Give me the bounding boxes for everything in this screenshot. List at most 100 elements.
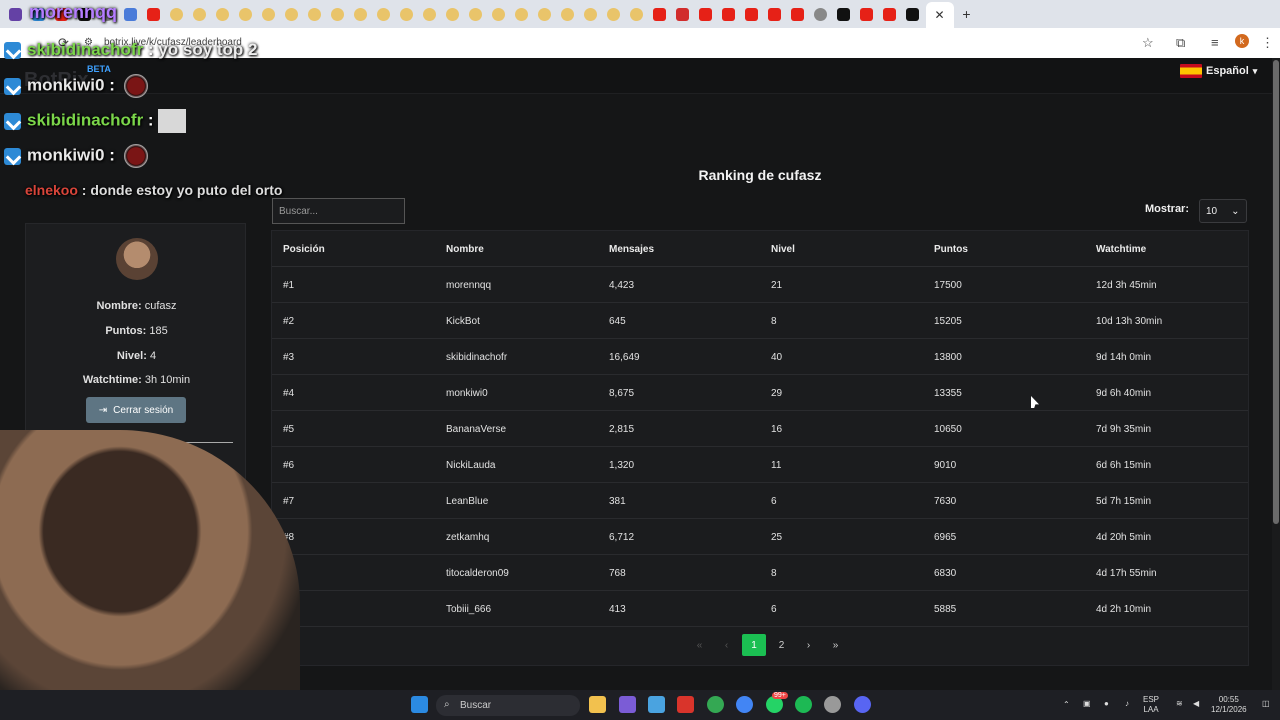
office-icon[interactable] [677,696,694,713]
tab-cookie-icon[interactable] [213,4,233,24]
tab-cookie-icon[interactable] [535,4,555,24]
tray-icon[interactable]: ▣ [1083,699,1091,709]
cell-name[interactable]: zetkamhq [446,532,489,543]
profile-name: Nombre: cufasz [96,300,177,312]
column-header-name[interactable]: Nombre [446,244,484,255]
tab-cookie-icon[interactable] [374,4,394,24]
cell-name[interactable]: NickiLauda [446,460,495,471]
search-input[interactable] [272,198,405,224]
logout-button[interactable]: ⇥ Cerrar sesión [86,397,186,423]
chat-message: skibidinachofr : yo soy top 2 [4,40,257,60]
chrome-icon[interactable] [707,696,724,713]
tab-twitch-icon[interactable] [6,4,26,24]
tab-cookie-icon[interactable] [581,4,601,24]
tab-cookie-icon[interactable] [443,4,463,24]
tab-cookie-icon[interactable] [328,4,348,24]
tab-grid-icon[interactable] [121,4,141,24]
cell-name[interactable]: BananaVerse [446,424,506,435]
first-page-icon[interactable]: « [686,634,713,656]
extensions-icon[interactable]: ⧉ [1176,35,1185,51]
tab-cookie-icon[interactable] [351,4,371,24]
spotify-icon[interactable] [795,696,812,713]
cell-name[interactable]: LeanBlue [446,496,488,507]
emote-icon [123,74,148,98]
wifi-icon[interactable]: ≋ [1176,699,1183,709]
previous-page-icon[interactable]: ‹ [713,634,740,656]
show-count-select[interactable]: 10 ⌄ [1199,199,1247,223]
cell-name[interactable]: KickBot [446,316,480,327]
cell-level: 29 [771,388,783,399]
cell-name[interactable]: morennqq [446,280,491,291]
chat-username: morennqq [29,2,117,22]
tab-cookie-icon[interactable] [397,4,417,24]
page-scrollbar[interactable] [1272,58,1280,690]
tab-tiktok-icon[interactable] [834,4,854,24]
cell-name[interactable]: titocalderon09 [446,568,509,579]
tab-youtube-icon[interactable] [765,4,785,24]
tab-youtube-icon[interactable] [880,4,900,24]
tab-cookie-icon[interactable] [167,4,187,24]
tab-youtube-icon[interactable] [719,4,739,24]
cell-points: 6830 [934,568,957,579]
tab-cookie-icon[interactable] [259,4,279,24]
store-icon[interactable] [648,696,665,713]
tab-youtube-icon[interactable] [742,4,762,24]
clock[interactable]: 00:55 12/1/2026 [1211,695,1247,715]
language-selector[interactable]: Español ▾ [1180,64,1257,78]
last-page-icon[interactable]: » [822,634,849,656]
tab-shield-icon[interactable] [673,4,693,24]
tab-cookie-icon[interactable] [466,4,486,24]
menu-dots-icon[interactable]: ⋮ [1261,35,1274,51]
discord-icon[interactable] [854,696,871,713]
tab-cookie-icon[interactable] [512,4,532,24]
microphone-icon[interactable]: ♪ [1125,699,1129,709]
taskbar-search[interactable]: ⌕ Buscar [436,695,580,716]
media-icon[interactable]: ≡ [1211,35,1219,50]
profile-points: Puntos: 185 [105,325,168,337]
column-header-messages[interactable]: Mensajes [609,244,654,255]
tab-chrome-icon[interactable] [811,4,831,24]
tab-youtube-icon[interactable] [650,4,670,24]
chat-message: skibidinachofr : [4,109,187,133]
column-header-points[interactable]: Puntos [934,244,968,255]
tray-icon[interactable]: ● [1104,699,1109,709]
tab-youtube-icon[interactable] [696,4,716,24]
bookmark-star-icon[interactable]: ☆ [1142,35,1154,51]
file-explorer-icon[interactable] [589,696,606,713]
tab-youtube-icon[interactable] [144,4,164,24]
column-header-level[interactable]: Nivel [771,244,795,255]
page-button-1[interactable]: 1 [742,634,766,656]
app-icon[interactable] [824,696,841,713]
tab-active-close-icon[interactable]: ✕ [925,2,954,28]
tab-tiktok-icon[interactable] [903,4,923,24]
app-icon[interactable] [619,696,636,713]
tab-cookie-icon[interactable] [489,4,509,24]
scrollbar-thumb[interactable] [1273,60,1279,524]
tab-cookie-icon[interactable] [190,4,210,24]
profile-avatar-icon[interactable]: k [1235,34,1249,48]
tab-cookie-icon[interactable] [282,4,302,24]
volume-icon[interactable]: ◀ [1193,699,1199,709]
tab-cookie-icon[interactable] [420,4,440,24]
language-indicator[interactable]: ESP LAA [1143,695,1159,715]
new-tab-icon[interactable]: + [957,4,977,24]
tab-cookie-icon[interactable] [558,4,578,24]
column-header-position[interactable]: Posición [283,244,325,255]
tray-chevron-icon[interactable]: ⌃ [1063,700,1070,710]
windows-start-icon[interactable] [411,696,428,713]
notifications-icon[interactable]: ◫ [1262,699,1270,709]
tab-cookie-icon[interactable] [604,4,624,24]
tab-cookie-icon[interactable] [305,4,325,24]
cell-position: #3 [283,352,295,363]
page-button-2[interactable]: 2 [768,634,795,656]
tab-cookie-icon[interactable] [627,4,647,24]
tab-youtube-icon[interactable] [788,4,808,24]
next-page-icon[interactable]: › [795,634,822,656]
cell-name[interactable]: monkiwi0 [446,388,488,399]
chrome-icon[interactable] [736,696,753,713]
tab-cookie-icon[interactable] [236,4,256,24]
column-header-watchtime[interactable]: Watchtime [1096,244,1146,255]
tab-youtube-icon[interactable] [857,4,877,24]
cell-name[interactable]: Tobiii_666 [446,604,491,615]
cell-name[interactable]: skibidinachofr [446,352,507,363]
